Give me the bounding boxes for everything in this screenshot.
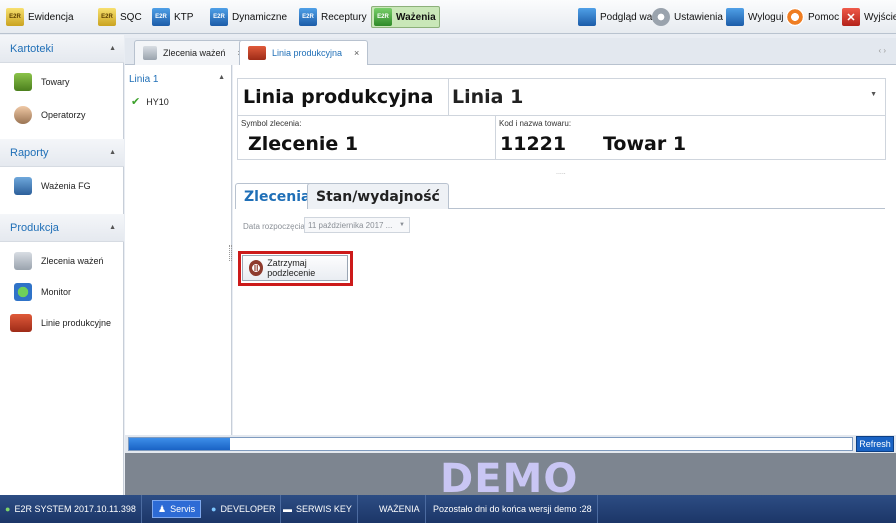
main-toolbar: E2R Ewidencja E2R SQC E2R KTP E2R Dynami…: [0, 0, 896, 34]
document-tabs: Zlecenia ważeń × Linia produkcyjna × ‹ ›: [125, 38, 896, 65]
line-header: Linia produkcyjna Linia 1 ▼: [237, 78, 886, 116]
toolbar-ewidencja-button[interactable]: E2R Ewidencja: [4, 6, 77, 28]
status-module: WAŻENIA: [374, 495, 426, 523]
status-demo-days: Pozostało dni do końca wersji demo :28: [428, 495, 598, 523]
tab-linia-produkcyjna[interactable]: Linia produkcyjna ×: [239, 40, 369, 65]
progress-bar: [128, 437, 853, 451]
refresh-button[interactable]: Refresh: [856, 436, 894, 452]
sidebar-item-monitor[interactable]: Monitor: [0, 281, 124, 303]
developer-icon: ●: [211, 504, 217, 514]
toolbar-pomoc-button[interactable]: Pomoc: [784, 6, 842, 28]
globe-icon: ●: [5, 504, 11, 514]
tab-scroll-arrows[interactable]: ‹ ›: [878, 46, 886, 55]
e2r-ewidencja-icon: E2R: [6, 8, 24, 26]
logout-icon: [726, 8, 744, 26]
status-bar: ● E2R SYSTEM 2017.10.11.398 ♟ Servis ● D…: [0, 495, 896, 523]
collapse-icon: ▲: [218, 74, 225, 81]
e2r-wazenia-icon: E2R: [374, 8, 392, 26]
users-icon: [14, 106, 32, 124]
e2r-receptury-icon: E2R: [299, 8, 317, 26]
date-label: Data rozpoczęcia: [243, 222, 305, 231]
e2r-ktp-icon: E2R: [152, 8, 170, 26]
product-name: Towar 1: [603, 133, 687, 155]
collapse-icon: ▲: [109, 224, 116, 231]
sidebar-section-raporty[interactable]: Raporty ▲: [0, 139, 124, 167]
collapse-icon: ▲: [109, 45, 116, 52]
demo-watermark: DEMO: [440, 456, 579, 502]
line-tree: Linia 1 ▲ ✔ HY10: [125, 65, 232, 435]
order-symbol: Zlecenie 1: [248, 133, 359, 155]
toolbar-dynamiczne-button[interactable]: E2R Dynamiczne: [208, 6, 290, 28]
status-system: ● E2R SYSTEM 2017.10.11.398: [0, 495, 142, 523]
collapse-icon: ▲: [109, 149, 116, 156]
sidebar-item-linie-produkcyjne[interactable]: Linie produkcyjne: [0, 312, 124, 334]
monitor-icon: [14, 283, 32, 301]
factory-icon: [10, 314, 32, 332]
page-title: Linia produkcyjna: [243, 86, 434, 108]
chevron-down-icon: ▼: [870, 91, 877, 98]
splitter-grip[interactable]: .....: [556, 169, 566, 176]
panel-splitter[interactable]: [229, 245, 232, 261]
scale-preview-icon: [578, 8, 596, 26]
order-info: Symbol zlecenia: Zlecenie 1 Kod i nazwa …: [237, 116, 886, 160]
toolbar-podglad-wag-button[interactable]: Podgląd wag: [576, 6, 661, 28]
orders-icon: [14, 252, 32, 270]
status-serwis-key[interactable]: ▬ SERWIS KEY: [278, 495, 358, 523]
exit-icon: ✕: [842, 8, 860, 26]
tree-node-linia[interactable]: Linia 1 ▲: [129, 74, 225, 85]
stop-suborder-button[interactable]: II Zatrzymaj podzlecenie: [242, 255, 348, 281]
toolbar-sqc-button[interactable]: E2R SQC: [96, 6, 145, 28]
report-icon: [14, 177, 32, 195]
product-code: 11221: [500, 133, 567, 155]
status-developer[interactable]: ● DEVELOPER: [206, 495, 282, 523]
start-date-picker[interactable]: 11 października 2017 ... ▼: [304, 217, 410, 233]
line-select[interactable]: Linia 1 ▼: [448, 79, 885, 115]
divider: [495, 116, 496, 159]
sidebar-section-kartoteki[interactable]: Kartoteki ▲: [0, 35, 124, 63]
panel-tabs: Zlecenia Stan/wydajność: [235, 183, 885, 209]
progress-fill: [129, 438, 231, 450]
toolbar-ustawienia-button[interactable]: Ustawienia: [650, 6, 726, 28]
tab-zlecenia-wazen[interactable]: Zlecenia ważeń ×: [134, 40, 252, 65]
settings-icon: [652, 8, 670, 26]
factory-icon: [248, 46, 266, 60]
tab-stan-wydajnosc[interactable]: Stan/wydajność: [307, 183, 449, 209]
sidebar-item-operatorzy[interactable]: Operatorzy: [0, 104, 124, 126]
sidebar-item-towary[interactable]: Towary: [0, 71, 124, 93]
check-icon: ✔: [131, 96, 141, 108]
navigation-sidebar: Kartoteki ▲ Towary Operatorzy Raporty ▲ …: [0, 35, 124, 495]
tree-node-hy10[interactable]: ✔ HY10: [131, 95, 169, 108]
help-lifebuoy-icon: [786, 8, 804, 26]
key-icon: ▬: [283, 504, 292, 514]
status-servis-button[interactable]: ♟ Servis: [152, 500, 202, 518]
user-icon: ♟: [158, 503, 167, 514]
pause-icon: II: [249, 260, 264, 276]
sidebar-item-zlecenia-wazen[interactable]: Zlecenia ważeń: [0, 250, 124, 272]
toolbar-wyjscie-button[interactable]: ✕ Wyjście: [840, 6, 896, 28]
e2r-sqc-icon: E2R: [98, 8, 116, 26]
toolbar-wyloguj-button[interactable]: Wyloguj: [724, 6, 786, 28]
close-tab-icon[interactable]: ×: [354, 48, 359, 58]
toolbar-ktp-button[interactable]: E2R KTP: [150, 6, 196, 28]
box-icon: [14, 73, 32, 91]
e2r-dynamiczne-icon: E2R: [210, 8, 228, 26]
sidebar-item-wazenia-fg[interactable]: Ważenia FG: [0, 175, 124, 197]
orders-icon: [143, 46, 157, 60]
chevron-down-icon: ▼: [399, 222, 405, 228]
toolbar-wazenia-button[interactable]: E2R Ważenia: [371, 6, 440, 28]
toolbar-receptury-button[interactable]: E2R Receptury: [297, 6, 370, 28]
sidebar-section-produkcja[interactable]: Produkcja ▲: [0, 214, 124, 242]
